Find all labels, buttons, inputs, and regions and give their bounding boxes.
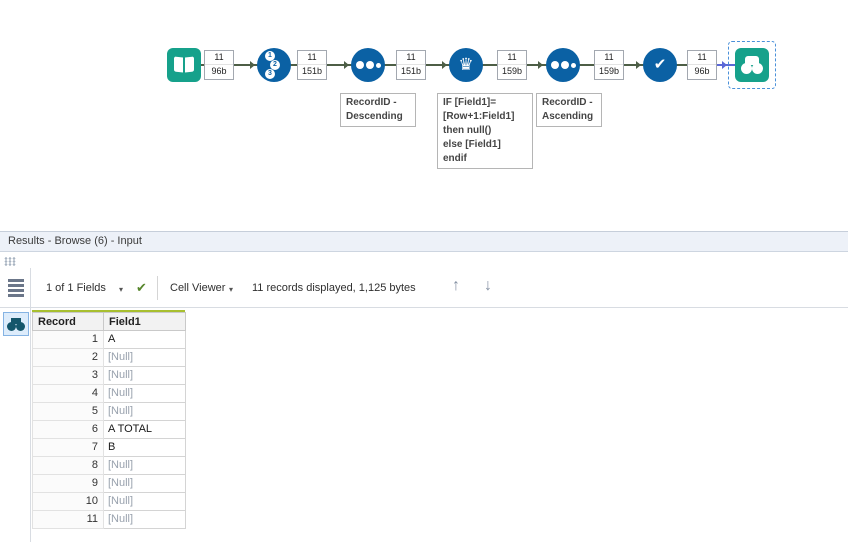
connection-arrow-icon xyxy=(442,61,447,69)
record-number-cell[interactable]: 3 xyxy=(32,366,104,385)
sort-tool-ascending[interactable] xyxy=(546,48,580,82)
table-row: 2 [Null] xyxy=(32,348,186,367)
field1-value-cell[interactable]: [Null] xyxy=(103,510,186,529)
badge-size: 96b xyxy=(688,64,716,78)
alteryx-designer-screenshot: 11 96b 1 2 3 11 151b 11 151b 11 159b xyxy=(0,0,848,542)
connection-arrow-icon xyxy=(250,61,255,69)
check-tool[interactable] xyxy=(643,48,677,82)
workflow-canvas[interactable]: 11 96b 1 2 3 11 151b 11 151b 11 159b xyxy=(0,0,848,231)
badge-size: 96b xyxy=(205,64,233,78)
field1-value-cell[interactable]: [Null] xyxy=(103,348,186,367)
pane-resize-grip-icon[interactable] xyxy=(4,257,16,266)
connection-count-badge[interactable]: 11 96b xyxy=(687,50,717,80)
checkmark-icon xyxy=(643,48,677,82)
sort-dots-icon xyxy=(351,48,385,82)
badge-record-count: 11 xyxy=(307,52,317,62)
field1-value-cell[interactable]: [Null] xyxy=(103,384,186,403)
table-row: 10 [Null] xyxy=(32,492,186,511)
table-row: 3 [Null] xyxy=(32,366,186,385)
chevron-down-icon[interactable]: ▾ xyxy=(119,285,123,294)
toolbar-divider xyxy=(157,276,158,300)
binoculars-icon xyxy=(741,56,763,74)
binoculars-small-icon xyxy=(7,318,25,331)
field1-value-cell[interactable]: [Null] xyxy=(103,474,186,493)
browse-output-tab[interactable] xyxy=(3,312,29,336)
browse-tool[interactable] xyxy=(735,48,769,82)
badge-size: 151b xyxy=(397,64,425,78)
connection-arrow-icon xyxy=(636,61,641,69)
field1-value-cell[interactable]: A xyxy=(103,330,186,349)
scroll-down-icon[interactable]: ↓ xyxy=(484,277,492,295)
column-header-record[interactable]: Record xyxy=(32,312,104,331)
apply-check-icon[interactable] xyxy=(136,280,147,296)
results-pane-title: Results - Browse (6) - Input xyxy=(8,235,142,247)
numbered-circles-icon: 1 2 3 xyxy=(257,48,291,82)
annotation-formula[interactable]: IF [Field1]= [Row+1:Field1] then null() … xyxy=(437,93,533,169)
record-id-tool[interactable]: 1 2 3 xyxy=(257,48,291,82)
cell-viewer-dropdown[interactable]: Cell Viewer xyxy=(170,282,225,294)
multi-row-formula-tool[interactable] xyxy=(449,48,483,82)
record-number-cell[interactable]: 9 xyxy=(32,474,104,493)
fields-dropdown[interactable]: 1 of 1 Fields xyxy=(46,282,106,294)
badge-record-count: 11 xyxy=(697,52,707,62)
connection-count-badge[interactable]: 11 96b xyxy=(204,50,234,80)
table-row: 7B xyxy=(32,438,186,457)
record-number-cell[interactable]: 8 xyxy=(32,456,104,475)
column-header-field1[interactable]: Field1 xyxy=(103,312,186,331)
record-number-cell[interactable]: 6 xyxy=(32,420,104,439)
header-row: Record Field1 xyxy=(32,312,186,331)
badge-size: 151b xyxy=(298,64,326,78)
scroll-up-icon[interactable]: ↑ xyxy=(452,277,460,295)
book-icon xyxy=(174,57,194,73)
badge-record-count: 11 xyxy=(214,52,224,62)
record-number-cell[interactable]: 1 xyxy=(32,330,104,349)
results-left-strip xyxy=(0,268,31,542)
results-table-body: 1 A 2 [Null] 3 [Null] 4 [Null] 5 [Null] 6 A TOTAL 7 B… xyxy=(32,330,186,529)
table-row: 8 [Null] xyxy=(32,456,186,475)
badge-record-count: 11 xyxy=(604,52,614,62)
input-data-tool[interactable] xyxy=(167,48,201,82)
connection-count-badge[interactable]: 11 151b xyxy=(396,50,426,80)
table-row: 9 [Null] xyxy=(32,474,186,493)
record-number-cell[interactable]: 2 xyxy=(32,348,104,367)
records-status-text: 11 records displayed, 1,125 bytes xyxy=(252,282,416,294)
sort-dots-icon xyxy=(546,48,580,82)
connection-arrow-icon xyxy=(344,61,349,69)
results-grid: Record Field1 1 A 2 [Null] 3 [Null] 4 [Null] 5 [N… xyxy=(32,310,186,529)
crown-icon xyxy=(449,48,483,82)
field1-value-cell[interactable]: [Null] xyxy=(103,456,186,475)
table-row: 1A xyxy=(32,330,186,349)
annotation-sort-ascending[interactable]: RecordID - Ascending xyxy=(536,93,602,127)
field1-value-cell[interactable]: [Null] xyxy=(103,402,186,421)
record-number-cell[interactable]: 5 xyxy=(32,402,104,421)
table-row: 11 [Null] xyxy=(32,510,186,529)
badge-record-count: 11 xyxy=(507,52,517,62)
field1-value-cell[interactable]: A TOTAL xyxy=(103,420,186,439)
chevron-down-icon[interactable]: ▾ xyxy=(229,285,233,294)
field1-value-cell[interactable]: B xyxy=(103,438,186,457)
connection-count-badge[interactable]: 11 151b xyxy=(297,50,327,80)
connection-count-badge[interactable]: 11 159b xyxy=(497,50,527,80)
results-pane-header: Results - Browse (6) - Input xyxy=(0,231,848,252)
record-number-cell[interactable]: 11 xyxy=(32,510,104,529)
badge-record-count: 11 xyxy=(406,52,416,62)
record-number-cell[interactable]: 7 xyxy=(32,438,104,457)
annotation-sort-descending[interactable]: RecordID - Descending xyxy=(340,93,416,127)
results-toolbar: 1 of 1 Fields ▾ Cell Viewer ▾ 11 records… xyxy=(0,268,848,308)
field1-value-cell[interactable]: [Null] xyxy=(103,492,186,511)
table-row: 5 [Null] xyxy=(32,402,186,421)
table-layout-icon[interactable] xyxy=(8,279,24,297)
table-row: 6A TOTAL xyxy=(32,420,186,439)
connection-count-badge[interactable]: 11 159b xyxy=(594,50,624,80)
record-number-cell[interactable]: 4 xyxy=(32,384,104,403)
sort-tool-descending[interactable] xyxy=(351,48,385,82)
badge-size: 159b xyxy=(595,64,623,78)
connection-arrow-icon xyxy=(538,61,543,69)
table-row: 4 [Null] xyxy=(32,384,186,403)
field1-value-cell[interactable]: [Null] xyxy=(103,366,186,385)
badge-size: 159b xyxy=(498,64,526,78)
record-number-cell[interactable]: 10 xyxy=(32,492,104,511)
connection-arrow-icon xyxy=(722,61,727,69)
